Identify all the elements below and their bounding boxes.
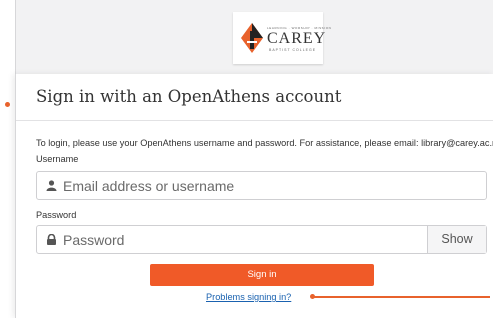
header-band: LEARNING · WORSHIP · MISSION CAREY BAPTI… xyxy=(15,0,493,74)
password-label: Password xyxy=(36,210,77,220)
user-icon xyxy=(46,180,57,191)
logo-tagline-bottom: BAPTIST COLLEGE xyxy=(269,48,317,52)
page-title: Sign in with an OpenAthens account xyxy=(36,87,342,106)
sign-in-button[interactable]: Sign in xyxy=(150,264,374,286)
logo-name: CAREY xyxy=(267,30,327,47)
openathens-login-page: LEARNING · WORSHIP · MISSION CAREY BAPTI… xyxy=(0,0,493,318)
carey-crest-icon xyxy=(241,23,263,53)
title-divider xyxy=(16,120,493,121)
username-input[interactable] xyxy=(63,172,443,199)
login-instructions: To login, please use your OpenAthens use… xyxy=(36,138,493,148)
carey-logo: LEARNING · WORSHIP · MISSION CAREY BAPTI… xyxy=(233,12,331,64)
username-label: Username xyxy=(36,154,79,164)
annotation-dot-left xyxy=(5,102,10,107)
password-input[interactable] xyxy=(63,226,443,253)
annotation-pointer-line xyxy=(313,296,490,298)
username-field-container xyxy=(36,171,487,200)
lock-icon xyxy=(47,234,56,245)
password-field-container: Show xyxy=(36,225,487,254)
problems-signing-in-link[interactable]: Problems signing in? xyxy=(206,292,291,302)
show-password-button[interactable]: Show xyxy=(427,226,486,253)
